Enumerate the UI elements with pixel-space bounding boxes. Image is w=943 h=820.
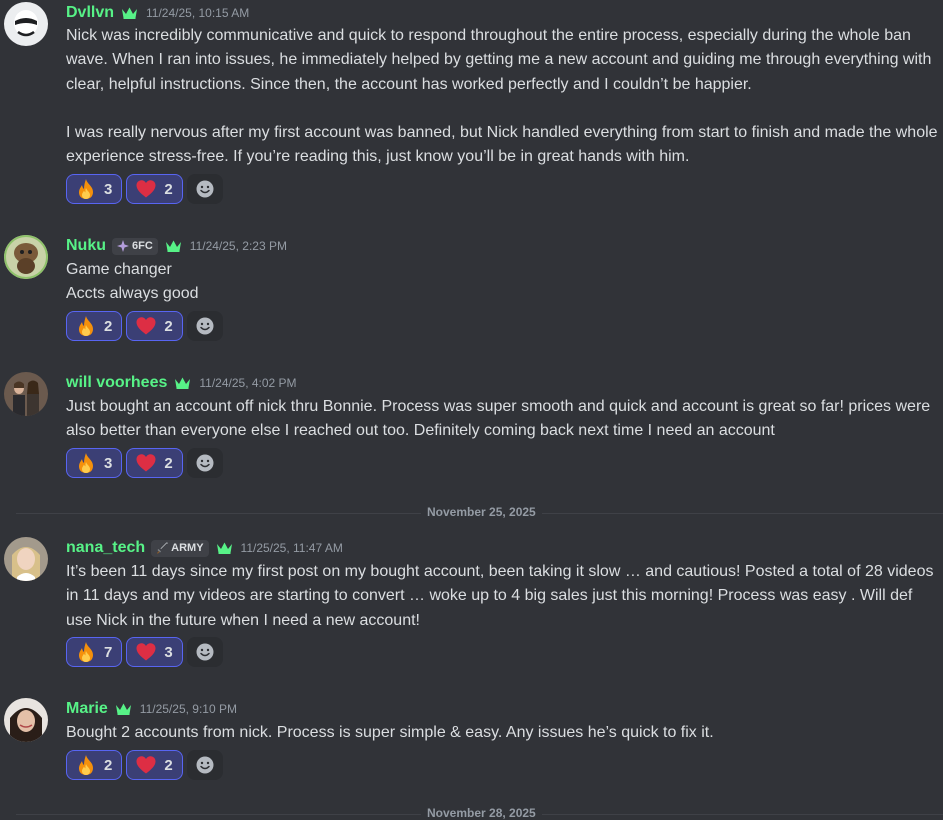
guild-tag[interactable]: ARMY xyxy=(151,539,209,557)
fire-icon xyxy=(75,178,97,200)
add-reaction-button[interactable] xyxy=(186,174,223,204)
guild-tag[interactable]: 6FC xyxy=(112,237,158,255)
fire-icon xyxy=(75,641,97,663)
avatar[interactable] xyxy=(4,372,48,416)
add-reaction-button[interactable] xyxy=(186,637,223,667)
add-reaction-button[interactable] xyxy=(186,448,223,478)
sword-icon xyxy=(157,542,168,554)
timestamp: 11/24/25, 4:02 PM xyxy=(199,376,297,390)
fire-icon xyxy=(75,452,97,474)
reactions: 2 2 xyxy=(66,750,223,780)
message-content: It’s been 11 days since my first post on… xyxy=(66,560,942,633)
message-line: Accts always good xyxy=(66,285,199,303)
reaction-heart[interactable]: 3 xyxy=(126,637,183,667)
avatar[interactable] xyxy=(4,235,48,279)
crown-icon xyxy=(121,6,138,20)
smile-icon xyxy=(195,642,215,662)
timestamp: 11/25/25, 11:47 AM xyxy=(240,541,343,555)
divider-date: November 28, 2025 xyxy=(421,806,542,820)
fire-icon xyxy=(75,315,97,337)
heart-icon xyxy=(135,754,157,776)
add-reaction-button[interactable] xyxy=(186,311,223,341)
reaction-heart[interactable]: 2 xyxy=(126,174,183,204)
username[interactable]: Marie xyxy=(66,700,108,718)
heart-icon xyxy=(135,315,157,337)
reaction-count: 2 xyxy=(104,756,113,774)
message-text: Just bought an account off nick thru Bon… xyxy=(66,398,931,440)
reaction-count: 2 xyxy=(164,454,173,472)
reaction-count: 2 xyxy=(164,317,173,335)
reaction-fire[interactable]: 7 xyxy=(66,637,123,667)
reaction-heart[interactable]: 2 xyxy=(126,750,183,780)
reaction-fire[interactable]: 2 xyxy=(66,311,123,341)
reaction-count: 7 xyxy=(104,643,113,661)
message-content: Nick was incredibly communicative and qu… xyxy=(66,24,942,170)
reactions: 2 2 xyxy=(66,311,223,341)
reaction-count: 2 xyxy=(104,317,113,335)
reactions: 3 2 xyxy=(66,448,223,478)
divider-date: November 25, 2025 xyxy=(421,505,542,519)
reaction-count: 2 xyxy=(164,180,173,198)
avatar[interactable] xyxy=(4,537,48,581)
username[interactable]: Nuku xyxy=(66,237,106,255)
reactions: 7 3 xyxy=(66,637,223,667)
smile-icon xyxy=(195,755,215,775)
message-line: Game changer xyxy=(66,261,172,278)
smile-icon xyxy=(195,453,215,473)
reaction-count: 3 xyxy=(104,180,113,198)
avatar[interactable] xyxy=(4,698,48,742)
message-text: Bought 2 accounts from nick. Process is … xyxy=(66,724,714,741)
avatar[interactable] xyxy=(4,2,48,46)
username[interactable]: will voorhees xyxy=(66,374,167,392)
message-paragraph: Nick was incredibly communicative and qu… xyxy=(66,27,932,93)
reaction-count: 3 xyxy=(104,454,113,472)
reaction-heart[interactable]: 2 xyxy=(126,311,183,341)
timestamp: 11/25/25, 9:10 PM xyxy=(139,702,237,716)
timestamp: 11/24/25, 10:15 AM xyxy=(146,6,250,20)
reaction-fire[interactable]: 2 xyxy=(66,750,123,780)
message-content: Bought 2 accounts from nick. Process is … xyxy=(66,721,942,745)
reaction-fire[interactable]: 3 xyxy=(66,174,123,204)
message-paragraph: I was really nervous after my first acco… xyxy=(66,124,938,166)
heart-icon xyxy=(135,178,157,200)
guild-tag-label: ARMY xyxy=(171,542,204,554)
smile-icon xyxy=(195,179,215,199)
crown-icon xyxy=(165,239,182,253)
username[interactable]: Dvllvn xyxy=(66,4,114,22)
fire-icon xyxy=(75,754,97,776)
sparkle-icon xyxy=(117,240,129,252)
guild-tag-label: 6FC xyxy=(132,240,153,252)
reaction-count: 3 xyxy=(164,643,173,661)
smile-icon xyxy=(195,316,215,336)
reactions: 3 2 xyxy=(66,174,223,204)
message-content: Game changer Accts always good xyxy=(66,258,942,307)
heart-icon xyxy=(135,452,157,474)
reaction-heart[interactable]: 2 xyxy=(126,448,183,478)
crown-icon xyxy=(115,702,132,716)
username[interactable]: nana_tech xyxy=(66,539,145,557)
message-text: It’s been 11 days since my first post on… xyxy=(66,563,934,629)
reaction-fire[interactable]: 3 xyxy=(66,448,123,478)
reaction-count: 2 xyxy=(164,756,173,774)
message-content: Just bought an account off nick thru Bon… xyxy=(66,395,942,444)
crown-icon xyxy=(216,541,233,555)
crown-icon xyxy=(174,376,191,390)
timestamp: 11/24/25, 2:23 PM xyxy=(189,239,287,253)
heart-icon xyxy=(135,641,157,663)
add-reaction-button[interactable] xyxy=(186,750,223,780)
